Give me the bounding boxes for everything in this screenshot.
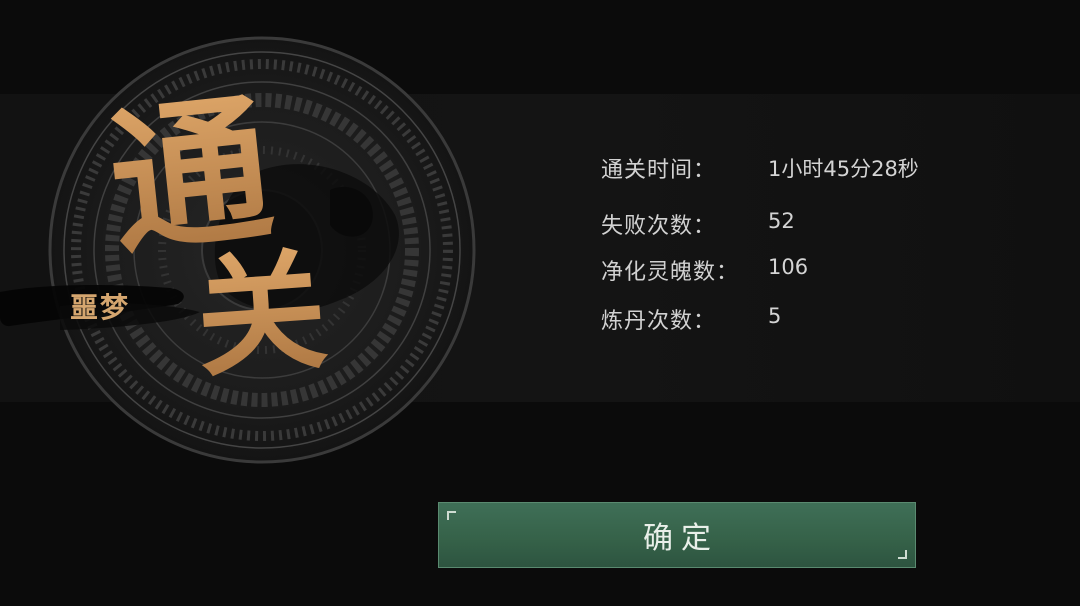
confirm-button-label: 确定 xyxy=(643,521,719,556)
stat-value: 106 xyxy=(768,255,809,279)
confirm-button[interactable]: 确定 xyxy=(438,502,916,568)
stat-label: 通关时间： xyxy=(601,158,717,183)
stat-value: 52 xyxy=(768,209,795,233)
level-cleared-emblem: 通 关 xyxy=(0,36,476,464)
difficulty-label: 噩梦 xyxy=(70,291,131,324)
stat-value: 5 xyxy=(768,304,782,328)
stat-label: 失败次数： xyxy=(601,214,717,239)
stat-label: 净化灵魄数： xyxy=(601,260,740,285)
stat-label: 炼丹次数： xyxy=(601,309,717,334)
cleared-char-2: 关 xyxy=(191,234,331,396)
corner-bracket-icon xyxy=(898,550,907,559)
corner-bracket-icon xyxy=(447,511,456,520)
stat-value: 1小时45分28秒 xyxy=(768,157,919,181)
